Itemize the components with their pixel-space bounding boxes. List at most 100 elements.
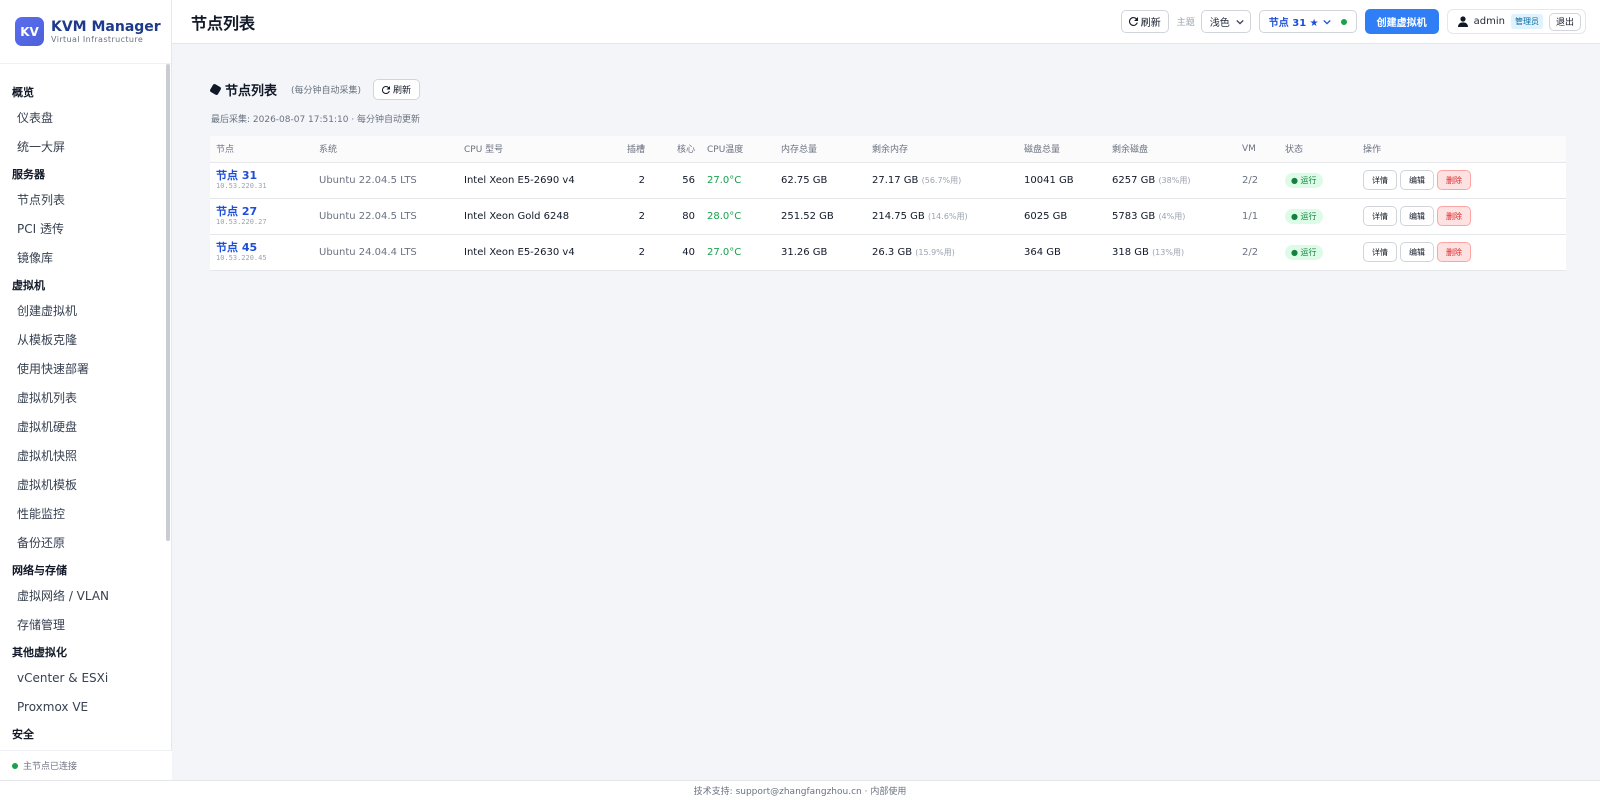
sidebar-item[interactable]: 仪表盘	[0, 104, 172, 133]
sidebar-item[interactable]: PCI 透传	[0, 215, 172, 244]
topbar: 节点列表 刷新 主题 浅色 节点 31 ★ 创建虚拟机 admin 管理员 退出	[172, 0, 1600, 44]
disk-total-cell: 6025 GB	[1018, 198, 1106, 235]
connection-status-text: 主节点已连接	[23, 762, 78, 772]
user-icon	[1457, 16, 1468, 27]
edit-button[interactable]: 编辑	[1400, 242, 1434, 262]
sidebar-item[interactable]: 统一大屏	[0, 133, 172, 162]
sockets-cell: 2	[613, 162, 651, 199]
mem-free-cell: 27.17 GB (56.7%用)	[866, 162, 1018, 199]
sidebar-group-label: 服务器	[12, 168, 45, 181]
username: admin	[1473, 16, 1505, 27]
table-row: 节点 45 10.53.220.45 Ubuntu 24.04.4 LTS In…	[210, 234, 1566, 271]
sidebar-item[interactable]: 虚拟机列表	[0, 384, 172, 413]
disk-total-cell: 10041 GB	[1018, 162, 1106, 199]
vm-count-cell: 2/2	[1236, 234, 1279, 271]
section-bullet-icon	[209, 83, 222, 96]
sidebar-item[interactable]: 备份还原	[0, 529, 172, 558]
sidebar-item[interactable]: 镜像库	[0, 244, 172, 273]
top-refresh-button[interactable]: 刷新	[1120, 10, 1169, 33]
table-header-cell: 节点	[210, 136, 313, 163]
sidebar-group-label: 虚拟机	[12, 279, 45, 292]
table-header-cell: 系统	[313, 136, 458, 163]
sidebar-item[interactable]: Proxmox VE	[0, 693, 172, 722]
node-ip: 10.53.220.45	[216, 253, 267, 262]
sidebar-group-label: 其他虚拟化	[12, 646, 67, 659]
sidebar-item[interactable]: 虚拟机硬盘	[0, 413, 172, 442]
status-badge: ● 运行	[1285, 244, 1323, 260]
node-name-link[interactable]: 节点 45	[216, 241, 307, 254]
disk-free-value: 318 GB	[1112, 246, 1149, 258]
sidebar: KV KVM Manager Virtual Infrastructure 概览…	[0, 0, 172, 780]
cpu-temp-cell: 27.0°C	[701, 234, 775, 271]
sidebar-item[interactable]: 性能监控	[0, 500, 172, 529]
sidebar-item[interactable]: 从模板克隆	[0, 326, 172, 355]
section-refresh-label: 刷新	[393, 85, 412, 95]
node-select-value: 节点 31 ★	[1268, 18, 1319, 29]
main-content: 节点列表 (每分钟自动采集) 刷新 最后采集: 2026-08-07 17:51…	[172, 44, 1600, 780]
detail-button[interactable]: 详情	[1363, 170, 1397, 190]
sidebar-item[interactable]: 存储管理	[0, 611, 172, 640]
delete-button[interactable]: 删除	[1437, 170, 1471, 190]
detail-button[interactable]: 详情	[1363, 242, 1397, 262]
cores-cell: 80	[651, 198, 701, 235]
node-name-link[interactable]: 节点 31	[216, 169, 307, 182]
sidebar-item[interactable]: 虚拟网络 / VLAN	[0, 582, 172, 611]
actions-cell: 详情 编辑 删除	[1357, 234, 1566, 271]
table-header-cell: CPU温度	[701, 136, 775, 163]
table-header-cell: VM	[1236, 136, 1279, 163]
theme-select[interactable]: 浅色	[1200, 10, 1251, 33]
edit-button[interactable]: 编辑	[1400, 206, 1434, 226]
sidebar-item[interactable]: 虚拟机快照	[0, 442, 172, 471]
cpu-temp-cell: 27.0°C	[701, 162, 775, 199]
sidebar-nav: 概览 仪表盘 统一大屏 服务器 节点列表 PCI 透传 镜像库 虚拟机 创建虚拟机 从模板克隆 使用…	[0, 64, 172, 751]
os-cell: Ubuntu 22.04.5 LTS	[313, 162, 458, 199]
node-name-link[interactable]: 节点 27	[216, 205, 307, 218]
role-badge: 管理员	[1510, 14, 1543, 29]
table-header-cell: 核心	[651, 136, 701, 163]
node-select[interactable]: 节点 31 ★	[1258, 10, 1357, 33]
logout-button[interactable]: 退出	[1548, 12, 1581, 31]
section-title: 节点列表	[225, 84, 278, 99]
os-cell: Ubuntu 24.04.4 LTS	[313, 234, 458, 271]
sockets-cell: 2	[613, 234, 651, 271]
brand-logo: KV	[15, 17, 44, 46]
disk-free-cell: 5783 GB (4%用)	[1106, 198, 1236, 235]
theme-value: 浅色	[1209, 18, 1230, 29]
sidebar-item[interactable]: 创建虚拟机	[0, 297, 172, 326]
connection-status: 主节点已连接	[0, 750, 172, 780]
sidebar-item[interactable]: 使用快速部署	[0, 355, 172, 384]
table-row: 节点 27 10.53.220.27 Ubuntu 22.04.5 LTS In…	[210, 198, 1566, 235]
edit-button[interactable]: 编辑	[1400, 170, 1434, 190]
table-header-cell: 状态	[1279, 136, 1357, 163]
cores-cell: 56	[651, 162, 701, 199]
create-vm-button[interactable]: 创建虚拟机	[1364, 9, 1439, 34]
disk-free-cell: 318 GB (13%用)	[1106, 234, 1236, 271]
disk-free-value: 5783 GB	[1112, 210, 1156, 222]
delete-button[interactable]: 删除	[1437, 242, 1471, 262]
status-cell: ● 运行	[1279, 162, 1357, 199]
detail-button[interactable]: 详情	[1363, 206, 1397, 226]
sidebar-item[interactable]: 虚拟机模板	[0, 471, 172, 500]
brand-subtitle: Virtual Infrastructure	[51, 34, 144, 44]
mem-free-value: 26.3 GB	[872, 246, 913, 258]
sidebar-item[interactable]: vCenter & ESXi	[0, 664, 172, 693]
disk-total-cell: 364 GB	[1018, 234, 1106, 271]
status-badge: ● 运行	[1285, 208, 1323, 224]
disk-used-pct: (13%用)	[1152, 247, 1185, 257]
disk-used-pct: (4%用)	[1158, 211, 1186, 221]
status-cell: ● 运行	[1279, 198, 1357, 235]
mem-free-value: 214.75 GB	[872, 210, 925, 222]
top-refresh-label: 刷新	[1140, 18, 1161, 29]
sidebar-scrollbar[interactable]	[166, 64, 170, 541]
delete-button[interactable]: 删除	[1437, 206, 1471, 226]
sidebar-item[interactable]: 节点列表	[0, 186, 172, 215]
table-row: 节点 31 10.53.220.31 Ubuntu 22.04.5 LTS In…	[210, 162, 1566, 199]
table-header-cell: 插槽	[613, 136, 651, 163]
section-header: 节点列表 (每分钟自动采集) 刷新	[209, 79, 421, 100]
os-cell: Ubuntu 22.04.5 LTS	[313, 198, 458, 235]
section-refresh-button[interactable]: 刷新	[373, 79, 421, 100]
mem-used-pct: (15.9%用)	[915, 247, 955, 257]
node-ip: 10.53.220.31	[216, 181, 267, 190]
table-header-cell: 磁盘总量	[1018, 136, 1106, 163]
actions-cell: 详情 编辑 删除	[1357, 198, 1566, 235]
